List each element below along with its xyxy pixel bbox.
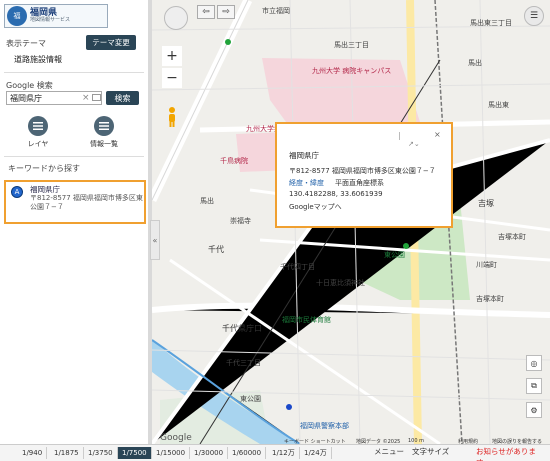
map-place-label: 福岡県警察本部: [300, 422, 349, 430]
scale-option[interactable]: 1/60000: [228, 447, 267, 459]
pan-control[interactable]: [164, 6, 188, 30]
map-place-label: 馬出: [468, 59, 482, 67]
google-search-label: Google 検索: [6, 81, 53, 90]
map-place-label: 東公園: [384, 251, 405, 259]
notice-link[interactable]: お知らせがあります。: [476, 446, 550, 461]
layers-icon: [28, 116, 48, 136]
sidebar: 福 福岡県 地図情報サービス 表示テーマ テーマ変更 道路施設情報 Google…: [0, 0, 152, 444]
keyboard-icon[interactable]: [92, 94, 101, 101]
map-place-label: 馬出: [200, 197, 214, 205]
result-pin-icon: A: [11, 186, 23, 198]
scale-option[interactable]: 1/1875: [50, 447, 84, 459]
copy-icon[interactable]: ⧉: [526, 378, 542, 394]
map-place-label: 千鳥病院: [220, 157, 248, 165]
menu-link[interactable]: メニュー: [374, 446, 404, 457]
map-place-label: 千代: [208, 245, 224, 254]
layers-button[interactable]: レイヤ: [22, 116, 54, 149]
popup-address: 〒812-8577 福岡県福岡市博多区東公園７−７: [289, 167, 436, 175]
result-address: 〒812-8577 福岡県福岡市博多区東公園７−７: [30, 194, 143, 212]
popup-close-button[interactable]: ×: [434, 130, 441, 139]
popup-coordinates: 130.4182288, 33.6061939: [289, 190, 383, 198]
zoom-out-button[interactable]: −: [162, 68, 182, 88]
map-place-label: 吉塚本町: [476, 295, 504, 303]
theme-value: 道路施設情報: [14, 55, 62, 64]
divider: [4, 156, 144, 157]
search-result-item[interactable]: A 福岡県庁 〒812-8577 福岡県福岡市博多区東公園７−７: [4, 180, 146, 224]
map-place-label: 崇福寺: [230, 217, 251, 225]
scale-option[interactable]: 1/12万: [268, 447, 300, 459]
clear-icon[interactable]: ×: [82, 93, 90, 103]
popup-coord-label[interactable]: 経度・緯度: [289, 178, 324, 188]
map-place-label: 吉塚本町: [498, 233, 526, 241]
map-place-label: 千代四丁目: [280, 263, 315, 271]
share-icon[interactable]: ↗⌄: [408, 140, 420, 148]
site-logo[interactable]: 福 福岡県 地図情報サービス: [4, 4, 108, 28]
info-list-label: 情報一覧: [90, 140, 118, 148]
map-place-label: 千代三丁目: [226, 359, 261, 367]
info-list-button[interactable]: 情報一覧: [88, 116, 120, 149]
popup-googlemap-link[interactable]: Googleマップへ: [289, 202, 342, 212]
forward-button[interactable]: ⇨: [217, 5, 235, 19]
search-button[interactable]: 検索: [106, 91, 139, 105]
scale-option[interactable]: 1/3750: [84, 447, 118, 459]
map-place-label: 川端町: [476, 261, 497, 269]
back-button[interactable]: ⇦: [197, 5, 215, 19]
theme-label: 表示テーマ: [6, 39, 46, 48]
map-place-label: 吉塚: [478, 199, 494, 208]
list-icon: [94, 116, 114, 136]
scale-option[interactable]: 1/30000: [190, 447, 229, 459]
map-menu-button[interactable]: ☰: [524, 6, 544, 26]
map-place-label: 馬出東三丁目: [470, 19, 512, 27]
sidebar-collapse-button[interactable]: «: [150, 220, 160, 260]
map-place-label: 馬出三丁目: [334, 41, 369, 49]
popup-title: 福岡県庁: [289, 151, 319, 160]
zoom-in-button[interactable]: +: [162, 46, 182, 66]
divider: [4, 72, 144, 73]
google-logo: Google: [160, 433, 192, 443]
layers-label: レイヤ: [27, 140, 49, 148]
scale-option[interactable]: 1/7500: [118, 447, 152, 459]
locate-icon[interactable]: ◎: [526, 355, 542, 371]
popup-divider: [399, 132, 400, 140]
settings-icon[interactable]: ⚙: [526, 402, 542, 418]
logo-mark-icon: 福: [7, 6, 27, 26]
scale-option[interactable]: 1/24万: [300, 447, 332, 459]
popup-coord-system[interactable]: 平面直角座標系: [335, 178, 384, 188]
scale-option[interactable]: 1/940: [18, 447, 48, 459]
street-view-icon[interactable]: [166, 106, 178, 128]
scale-option[interactable]: 1/15000: [152, 447, 191, 459]
map-place-label: 福岡市民体育館: [282, 316, 331, 324]
keyword-search-label: キーワードから探す: [8, 164, 80, 173]
map-place-label: 馬出東: [488, 101, 509, 109]
map-place-label: 東公園: [240, 395, 261, 403]
map-place-label: 千代県庁口: [222, 324, 262, 333]
map-place-label: 十日恵比須神社: [316, 279, 365, 287]
map-place-label: 市立福岡: [262, 7, 290, 15]
theme-change-button[interactable]: テーマ変更: [86, 35, 136, 50]
logo-sub-text: 地図情報サービス: [30, 17, 71, 24]
map-place-label: 九州大学 病院キャンパス: [312, 67, 392, 75]
font-size-link[interactable]: 文字サイズ: [412, 446, 449, 457]
